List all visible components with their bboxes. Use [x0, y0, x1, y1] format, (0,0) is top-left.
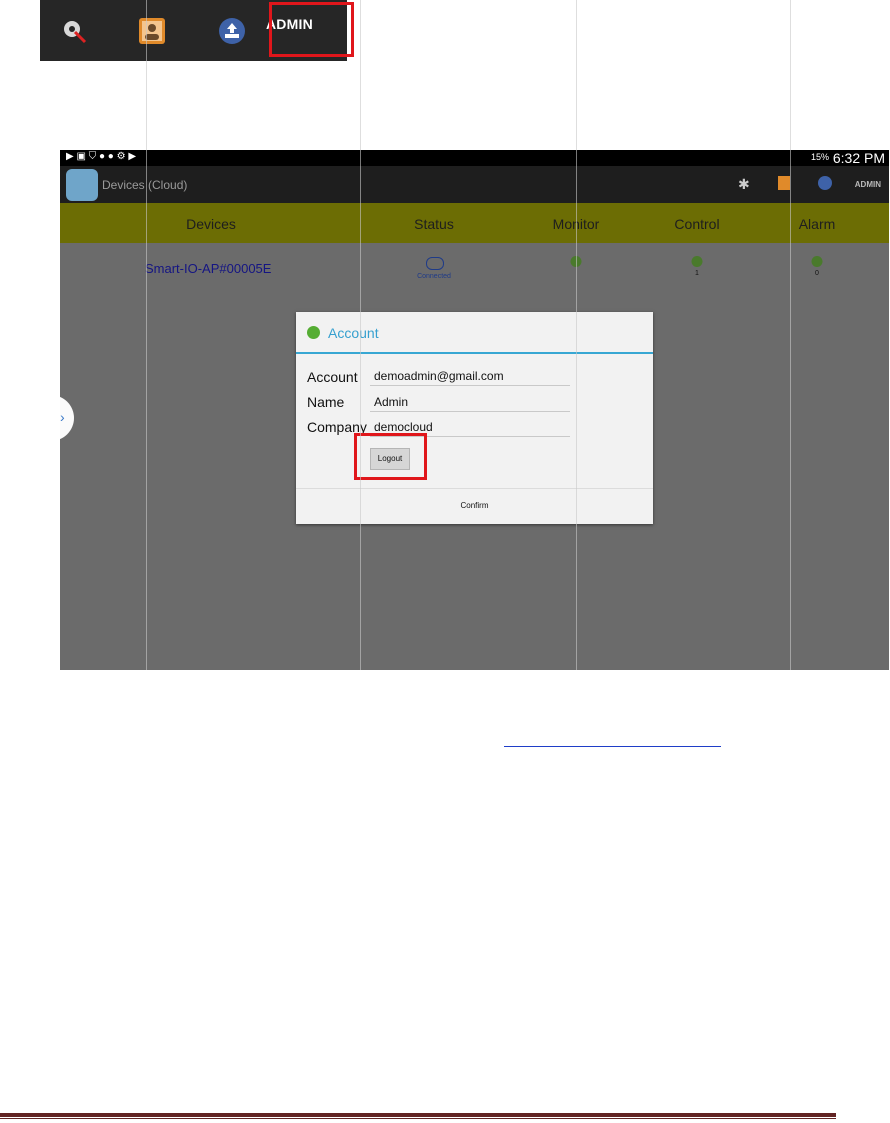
- battery-level: 15%: [810, 152, 829, 162]
- settings-icon[interactable]: ✱: [738, 176, 750, 193]
- confirm-button[interactable]: Confirm: [296, 489, 653, 524]
- control-count: 1: [695, 270, 699, 277]
- settings-tools-icon[interactable]: [58, 15, 90, 47]
- admin-highlight-box: [269, 2, 354, 57]
- footer-rule: [0, 1113, 836, 1117]
- admin-menu[interactable]: ADMIN: [855, 180, 881, 189]
- cloud-icon: [426, 257, 444, 270]
- table-header: Devices Status Monitor Control Alarm: [60, 203, 889, 243]
- status-bar: ▶ ▣ ⛉ ● ● ⚙ ▶ 15% 6:32 PM: [60, 150, 889, 166]
- col-alarm: Alarm: [798, 216, 836, 232]
- side-drawer-handle[interactable]: ›: [60, 395, 74, 441]
- dialog-title: Account: [328, 325, 379, 341]
- guide-line: [790, 0, 791, 670]
- guide-line: [146, 0, 147, 670]
- check-icon: [307, 326, 320, 339]
- status-text: Connected: [417, 273, 451, 280]
- hyperlink-underline[interactable]: [504, 746, 721, 747]
- account-field[interactable]: demoadmin@gmail.com: [370, 369, 570, 386]
- action-bar: Devices (Cloud) ✱ ADMIN: [60, 166, 889, 203]
- col-control: Control: [674, 216, 720, 232]
- footer-rule-thin: [0, 1118, 836, 1119]
- name-field[interactable]: Admin: [370, 395, 570, 412]
- name-label: Name: [307, 394, 345, 410]
- col-devices: Devices: [186, 216, 236, 232]
- app-logo-icon[interactable]: [66, 169, 98, 201]
- logout-highlight-box: [354, 433, 427, 480]
- account-dialog: Account Account demoadmin@gmail.com Name…: [296, 312, 653, 524]
- upload-icon[interactable]: [818, 176, 832, 190]
- guide-line: [576, 0, 577, 670]
- notification-icons: ▶ ▣ ⛉ ● ● ⚙ ▶: [66, 151, 137, 162]
- col-status: Status: [414, 216, 454, 232]
- alarm-count: 0: [815, 270, 819, 277]
- dialog-header: Account: [296, 312, 653, 354]
- table-row[interactable]: Smart-IO-AP#00005E Connected 1 0: [60, 243, 889, 289]
- control-check-icon[interactable]: [691, 256, 703, 267]
- guide-line: [360, 0, 361, 670]
- device-name[interactable]: Smart-IO-AP#00005E: [145, 261, 271, 276]
- user-icon[interactable]: [778, 176, 790, 190]
- user-profile-icon[interactable]: [136, 15, 168, 47]
- alarm-check-icon[interactable]: [811, 256, 823, 267]
- cloud-upload-icon[interactable]: [216, 15, 248, 47]
- account-label: Account: [307, 369, 358, 385]
- chevron-right-icon: ›: [60, 409, 65, 425]
- status-time: 6:32 PM: [832, 150, 885, 166]
- app-title: Devices (Cloud): [102, 178, 188, 192]
- app-screenshot: ▶ ▣ ⛉ ● ● ⚙ ▶ 15% 6:32 PM Devices (Cloud…: [60, 150, 889, 670]
